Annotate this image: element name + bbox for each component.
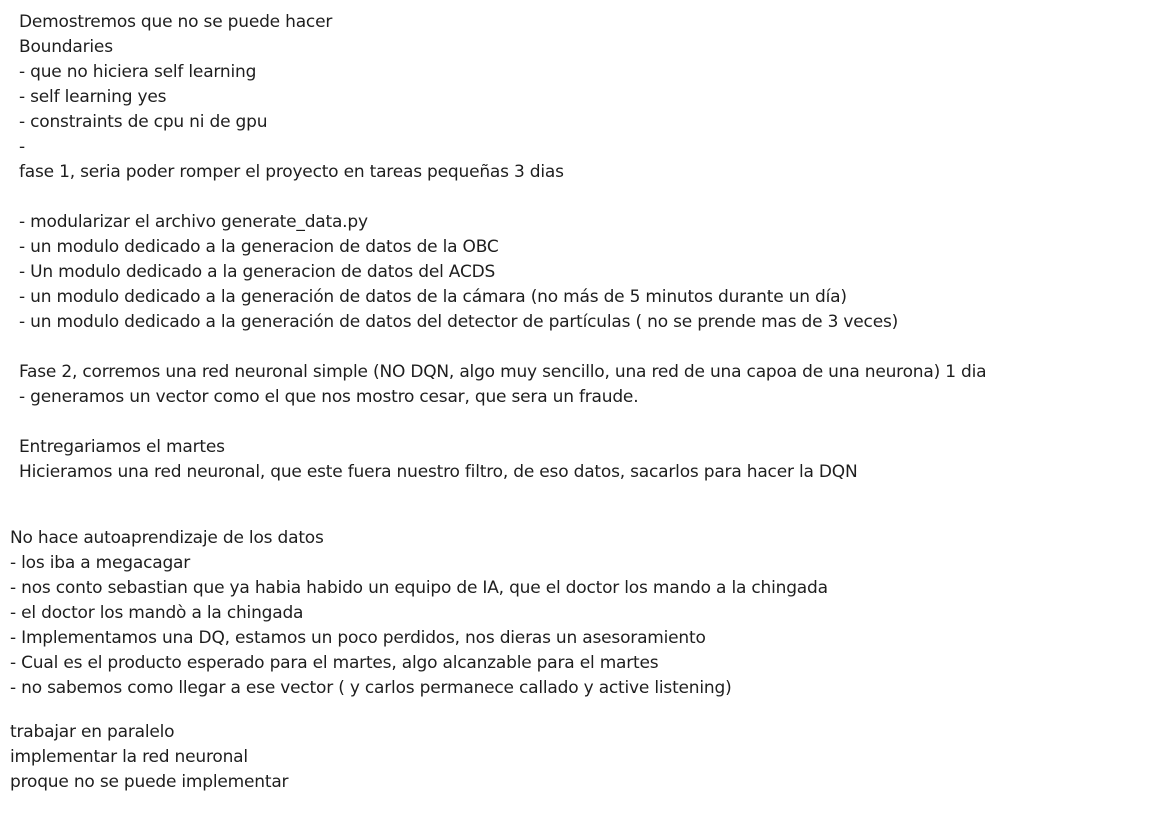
note-line: Hicieramos una red neuronal, que este fu…: [19, 462, 858, 482]
note-line: - un modulo dedicado a la generación de …: [19, 312, 899, 332]
note-line: - Cual es el producto esperado para el m…: [10, 653, 659, 673]
note-line: - nos conto sebastian que ya habia habid…: [10, 578, 828, 598]
note-line: Boundaries: [19, 37, 113, 57]
note-line: - Un modulo dedicado a la generacion de …: [19, 262, 496, 282]
note-line: - los iba a megacagar: [10, 553, 191, 573]
note-line: - que no hiciera self learning: [19, 62, 257, 82]
note-line: -: [19, 137, 25, 157]
note-line: - no sabemos como llegar a ese vector ( …: [10, 678, 732, 698]
note-line: No hace autoaprendizaje de los datos: [10, 528, 324, 548]
note-line: trabajar en paralelo: [10, 722, 175, 742]
note-line: - un modulo dedicado a la generación de …: [19, 287, 847, 307]
note-line: - self learning yes: [19, 87, 167, 107]
note-line: - el doctor los mandò a la chingada: [10, 603, 304, 623]
note-line: - Implementamos una DQ, estamos un poco …: [10, 628, 706, 648]
note-line: Demostremos que no se puede hacer: [19, 12, 333, 32]
note-line: - constraints de cpu ni de gpu: [19, 112, 268, 132]
canvas: Demostremos que no se puede hacer Bounda…: [0, 0, 1166, 830]
note-line: proque no se puede implementar: [10, 772, 289, 792]
note-line: - generamos un vector como el que nos mo…: [19, 387, 639, 407]
note-line: implementar la red neuronal: [10, 747, 248, 767]
note-line: Entregariamos el martes: [19, 437, 225, 457]
note-line: - modularizar el archivo generate_data.p…: [19, 212, 368, 232]
note-line: - un modulo dedicado a la generacion de …: [19, 237, 499, 257]
note-line: Fase 2, corremos una red neuronal simple…: [19, 362, 987, 382]
note-line: fase 1, seria poder romper el proyecto e…: [19, 162, 564, 182]
